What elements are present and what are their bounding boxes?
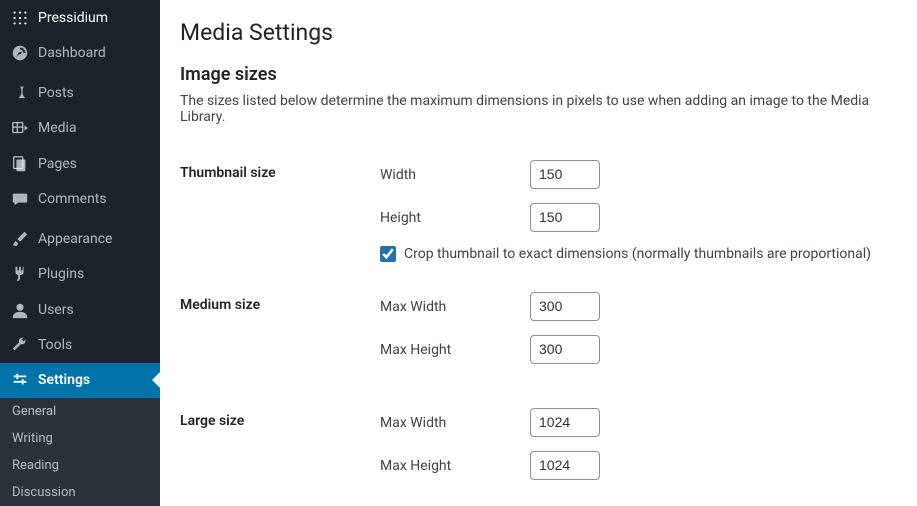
large-heading: Large size — [180, 393, 380, 506]
sliders-icon — [10, 370, 30, 390]
thumbnail-height-input[interactable] — [530, 203, 600, 232]
large-width-label: Max Width — [380, 415, 530, 431]
medium-width-input[interactable] — [530, 292, 600, 321]
brand-label: Pressidium — [38, 10, 108, 26]
medium-width-row: Max Width — [380, 292, 897, 321]
admin-sidebar: Pressidium Dashboard Posts Media Pages C… — [0, 0, 160, 506]
dashboard-icon — [10, 43, 30, 63]
thumbnail-width-label: Width — [380, 167, 530, 183]
large-width-row: Max Width — [380, 408, 897, 437]
sidebar-item-label: Media — [38, 120, 77, 136]
sidebar-item-users[interactable]: Users — [0, 292, 160, 327]
medium-height-label: Max Height — [380, 342, 530, 358]
sidebar-item-label: Pages — [38, 156, 77, 172]
pin-icon — [10, 83, 30, 103]
pages-icon — [10, 154, 30, 174]
medium-height-input[interactable] — [530, 335, 600, 364]
submenu-writing[interactable]: Writing — [0, 425, 160, 452]
sidebar-item-media[interactable]: Media — [0, 111, 160, 146]
sidebar-item-posts[interactable]: Posts — [0, 75, 160, 110]
thumbnail-width-row: Width — [380, 160, 897, 189]
thumbnail-heading: Thumbnail size — [180, 145, 380, 277]
sidebar-item-label: Posts — [38, 85, 74, 101]
sidebar-item-plugins[interactable]: Plugins — [0, 257, 160, 292]
media-icon — [10, 118, 30, 138]
large-height-input[interactable] — [530, 451, 600, 480]
sidebar-item-label: Dashboard — [38, 45, 106, 61]
thumbnail-height-row: Height — [380, 203, 897, 232]
submenu-reading[interactable]: Reading — [0, 452, 160, 479]
sidebar-item-settings[interactable]: Settings — [0, 363, 160, 398]
sidebar-item-label: Appearance — [38, 231, 112, 247]
thumbnail-height-label: Height — [380, 210, 530, 226]
sidebar-item-label: Settings — [38, 372, 90, 388]
plug-icon — [10, 264, 30, 284]
submenu-discussion[interactable]: Discussion — [0, 479, 160, 506]
settings-form: Thumbnail size Width Height Crop thumbna… — [180, 145, 897, 506]
submenu-general[interactable]: General — [0, 398, 160, 425]
pressidium-icon — [10, 8, 30, 28]
sidebar-brand[interactable]: Pressidium — [0, 0, 160, 35]
thumbnail-crop-label[interactable]: Crop thumbnail to exact dimensions (norm… — [404, 246, 871, 262]
section-title: Image sizes — [180, 64, 897, 85]
sidebar-item-dashboard[interactable]: Dashboard — [0, 35, 160, 70]
page-title: Media Settings — [180, 10, 897, 50]
medium-height-row: Max Height — [380, 335, 897, 364]
thumbnail-crop-row: Crop thumbnail to exact dimensions (norm… — [380, 246, 897, 262]
settings-submenu: General Writing Reading Discussion — [0, 398, 160, 506]
medium-heading: Medium size — [180, 277, 380, 393]
wrench-icon — [10, 335, 30, 355]
sidebar-item-appearance[interactable]: Appearance — [0, 221, 160, 256]
large-height-label: Max Height — [380, 458, 530, 474]
comments-icon — [10, 189, 30, 209]
sidebar-item-pages[interactable]: Pages — [0, 146, 160, 181]
sidebar-item-label: Plugins — [38, 266, 84, 282]
user-icon — [10, 300, 30, 320]
sidebar-item-label: Comments — [38, 191, 107, 207]
thumbnail-crop-checkbox[interactable] — [380, 246, 396, 262]
sidebar-item-comments[interactable]: Comments — [0, 181, 160, 216]
sidebar-item-label: Tools — [38, 337, 72, 353]
sidebar-item-tools[interactable]: Tools — [0, 327, 160, 362]
brush-icon — [10, 229, 30, 249]
large-height-row: Max Height — [380, 451, 897, 480]
section-description: The sizes listed below determine the max… — [180, 93, 897, 125]
sidebar-item-label: Users — [38, 302, 74, 318]
thumbnail-width-input[interactable] — [530, 160, 600, 189]
large-width-input[interactable] — [530, 408, 600, 437]
content-area: Media Settings Image sizes The sizes lis… — [160, 0, 917, 506]
medium-width-label: Max Width — [380, 299, 530, 315]
